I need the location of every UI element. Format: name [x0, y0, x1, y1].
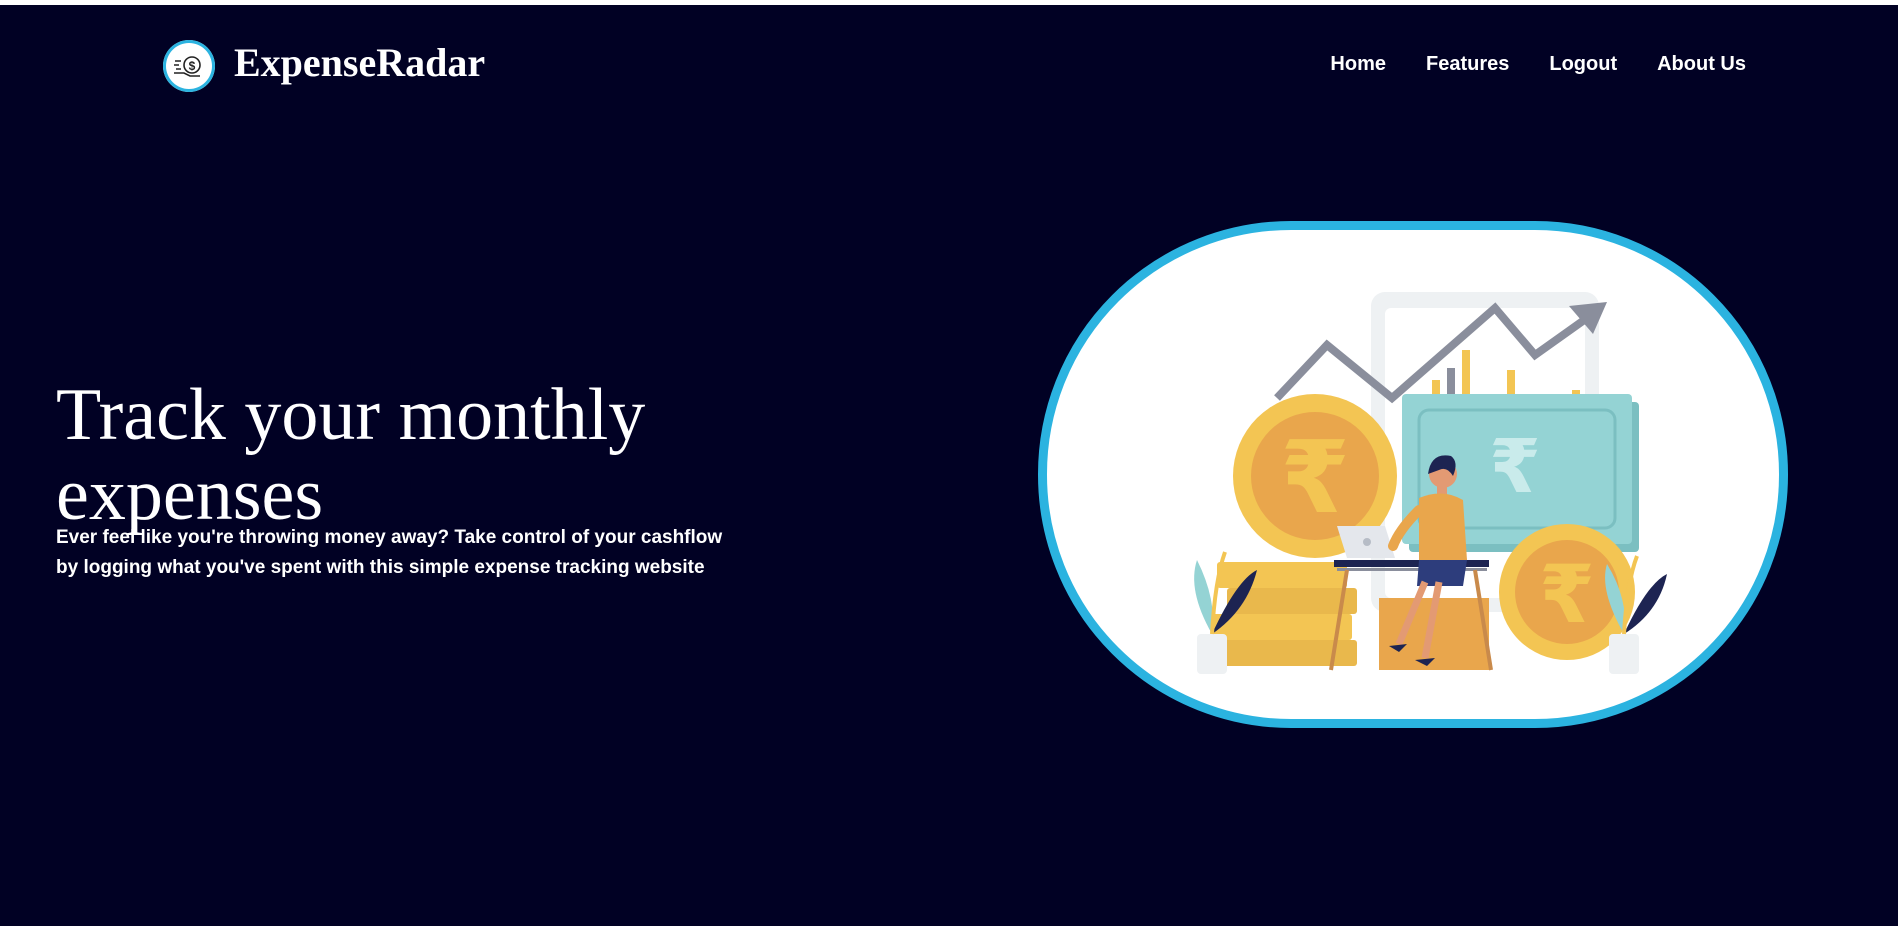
page: $ ExpenseRadar Home Features Logout Abou… [0, 5, 1898, 926]
nav-features[interactable]: Features [1426, 53, 1509, 76]
nav-home[interactable]: Home [1330, 53, 1386, 76]
svg-text:₹: ₹ [1489, 424, 1541, 510]
finance-woman-laptop-illustration: ₹ ₹ ₹ [1194, 292, 1667, 674]
logo[interactable]: $ [163, 40, 215, 92]
money-hand-icon: $ [174, 56, 201, 77]
brand-name[interactable]: ExpenseRadar [234, 39, 485, 87]
svg-text:$: $ [189, 59, 196, 73]
svg-text:₹: ₹ [1280, 419, 1350, 536]
nav-logout[interactable]: Logout [1549, 53, 1617, 76]
hero-subtitle: Ever feel like you're throwing money awa… [56, 527, 723, 578]
main-nav: Home Features Logout About Us [1330, 53, 1746, 76]
hero-title: Track your monthly expenses [56, 374, 646, 536]
hero-illustration: ₹ ₹ ₹ [1038, 221, 1788, 728]
svg-text:₹: ₹ [1539, 548, 1595, 641]
nav-about-us[interactable]: About Us [1657, 53, 1746, 76]
